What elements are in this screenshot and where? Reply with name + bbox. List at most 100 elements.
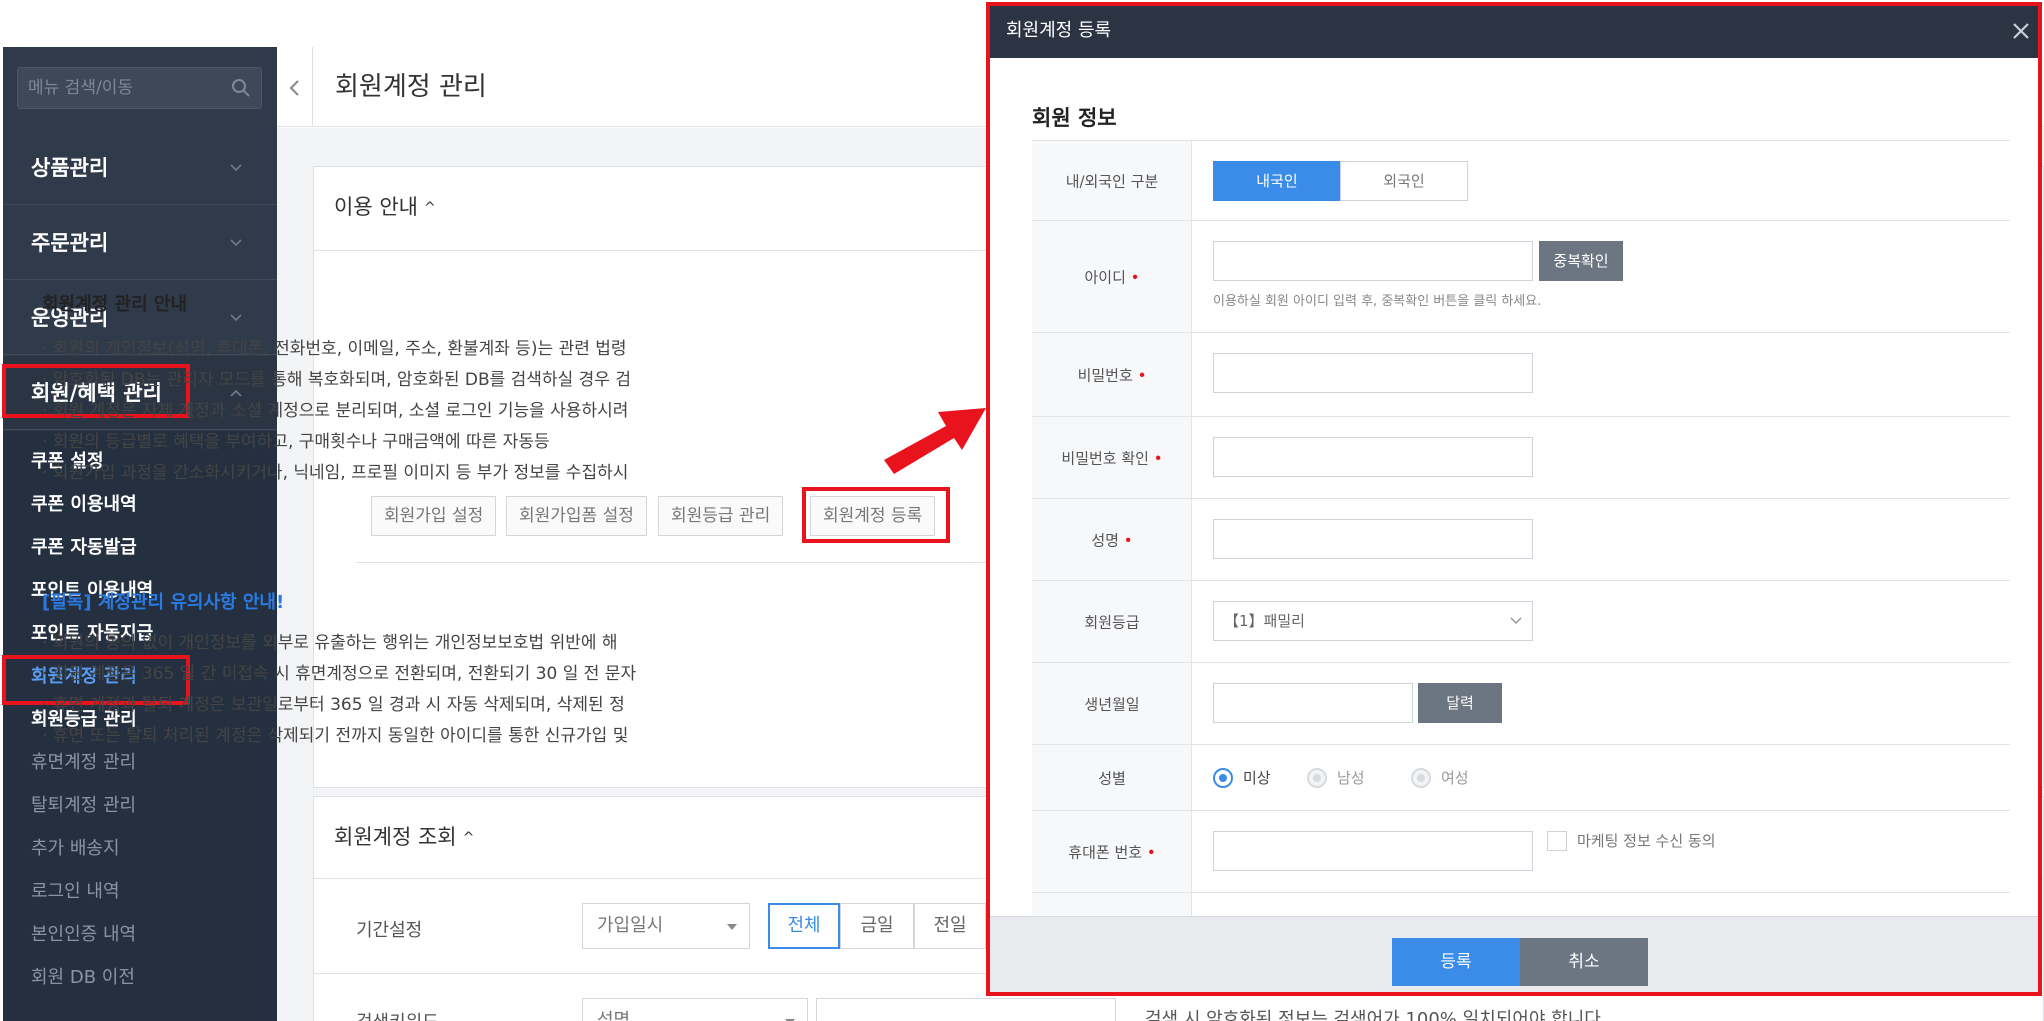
close-icon[interactable] [2010, 20, 2032, 42]
phone-input[interactable] [1213, 831, 1533, 871]
modal-header: 회원계정 등록 [990, 6, 2038, 58]
keyword-select[interactable]: 성명 [582, 998, 808, 1021]
gender-female-label: 여성 [1441, 769, 1469, 787]
guide-panel-title-text: 이용 안내 [334, 195, 418, 219]
form-row-gender: 성별 미상 남성 여성 [1032, 745, 2010, 811]
menu-search-placeholder: 메뉴 검색/이동 [28, 78, 133, 98]
keyword-input[interactable] [816, 998, 1116, 1021]
warning-line: · 휴면 또는 탈퇴 처리된 계정은 삭제되기 전까지 동일한 아이디를 통한 … [42, 726, 629, 746]
page-title: 회원계정 관리 [335, 72, 487, 102]
period-all-button[interactable]: 전체 [768, 903, 840, 949]
birth-date-input[interactable] [1213, 683, 1413, 723]
gender-male-label: 남성 [1337, 769, 1365, 787]
modal-body: 회원 정보 내/외국인 구분 내국인 외국인 아이디 • 중복확인 이용하실 회… [990, 58, 2038, 916]
gender-unknown-label: 미상 [1243, 769, 1271, 787]
form-row-phone: 휴대폰 번호 • 마케팅 정보 수신 동의 [1032, 811, 2010, 893]
guide-line: · 회원의 개인정보(성명, 휴대폰, 전화번호, 이메일, 주소, 환불계좌 … [42, 339, 627, 359]
cancel-button[interactable]: 취소 [1520, 938, 1648, 986]
sidebar-subitem-member-db-transfer[interactable]: 회원 DB 이전 [31, 961, 135, 995]
row-content: 마케팅 정보 수신 동의 [1213, 811, 2010, 892]
row-content: 【1】패밀리 [1213, 581, 2010, 662]
row-content: 중복확인 이용하실 회원 아이디 입력 후, 중복확인 버튼을 클릭 하세요. [1213, 221, 2010, 332]
submit-button[interactable]: 등록 [1392, 938, 1520, 986]
search-icon[interactable] [231, 78, 251, 98]
keyword-select-value: 성명 [597, 1010, 631, 1021]
warning-title[interactable]: [필독] 계정관리 유의사항 안내! [42, 588, 284, 614]
period-yesterday-button[interactable]: 전일 [914, 903, 986, 949]
guide-panel-title: 이용 안내 ^ [334, 167, 436, 248]
divider [356, 562, 986, 563]
search-panel-title: 회원계정 조회 ^ [334, 797, 474, 878]
menu-search-input[interactable]: 메뉴 검색/이동 [17, 67, 262, 109]
row-content [1213, 333, 2010, 416]
row-label: 성별 [1032, 745, 1192, 810]
calendar-button[interactable]: 달력 [1418, 683, 1502, 723]
chevron-left-icon [289, 80, 299, 96]
required-mark: • [1146, 843, 1156, 861]
name-label-text: 성명 [1091, 531, 1119, 549]
caret-up-icon: ^ [423, 200, 436, 216]
period-select[interactable]: 가입일시 [582, 903, 750, 949]
password-input[interactable] [1213, 353, 1533, 393]
required-mark: • [1130, 268, 1140, 286]
birth-label: 생년월일 [1084, 695, 1140, 713]
highlight-box-register-button [802, 487, 950, 543]
password-confirm-label: 비밀번호 확인 • [1032, 447, 1192, 468]
form-row-password-confirm: 비밀번호 확인 • [1032, 417, 2010, 499]
section-title: 회원 정보 [1032, 106, 1117, 130]
signup-settings-button[interactable]: 회원가입 설정 [371, 496, 497, 536]
sidebar-subitem-coupon-auto[interactable]: 쿠폰 자동발급 [31, 531, 137, 565]
sidebar-subitem-coupon-history[interactable]: 쿠폰 이용내역 [31, 488, 137, 522]
period-label: 기간설정 [356, 920, 423, 941]
sidebar-subitem-withdrawn-accounts[interactable]: 탈퇴계정 관리 [31, 789, 136, 823]
user-id-input[interactable] [1213, 241, 1533, 281]
form-row-next [1032, 893, 2010, 916]
radio-dot [1411, 768, 1431, 788]
guide-line: · 회원가입 과정을 간소화시키거나, 닉네임, 프로필 이미지 등 부가 정보… [42, 463, 629, 483]
member-grade-manage-button[interactable]: 회원등급 관리 [658, 496, 784, 536]
search-panel-title-text: 회원계정 조회 [334, 825, 457, 849]
duplicate-check-button[interactable]: 중복확인 [1539, 241, 1623, 281]
radio-dot [1213, 768, 1233, 788]
required-mark: • [1137, 366, 1147, 384]
name-input[interactable] [1213, 519, 1533, 559]
gender-label: 성별 [1098, 769, 1126, 787]
sidebar-item-products[interactable]: 상품관리 [3, 131, 277, 205]
sidebar-subitem-dormant-accounts[interactable]: 휴면계정 관리 [31, 746, 136, 780]
sidebar-subitem-extra-addresses[interactable]: 추가 배송지 [31, 832, 120, 866]
row-label: 성명 • [1032, 499, 1192, 580]
sidebar-item-label: 주문관리 [31, 231, 109, 255]
marketing-consent-checkbox[interactable] [1547, 831, 1567, 851]
name-label: 성명 • [1032, 529, 1192, 550]
radio-dot [1307, 768, 1327, 788]
phone-label: 휴대폰 번호 • [1032, 841, 1192, 862]
nationality-foreign-toggle[interactable]: 외국인 [1340, 161, 1468, 201]
row-label: 비밀번호 • [1032, 333, 1192, 416]
form-row-name: 성명 • [1032, 499, 2010, 581]
warning-line: · 휴면 계정과 탈퇴 계정은 보관일로부터 365 일 경과 시 자동 삭제되… [42, 695, 625, 715]
chevron-down-icon [230, 314, 242, 322]
form-row-birth: 생년월일 달력 [1032, 663, 2010, 745]
grade-label: 회원등급 [1084, 613, 1140, 631]
sidebar-subitem-login-history[interactable]: 로그인 내역 [31, 875, 120, 909]
row-label: 내/외국인 구분 [1032, 141, 1192, 220]
row-content: 미상 남성 여성 [1213, 745, 2010, 810]
sidebar-collapse-button[interactable] [277, 47, 313, 127]
row-label: 아이디 • [1032, 221, 1192, 332]
sidebar-subitem-verification-history[interactable]: 본인인증 내역 [31, 918, 136, 952]
guide-line: · 회원 계정은 자체 계정과 소셜 계정으로 분리되며, 소셜 로그인 기능을… [42, 401, 629, 421]
nationality-label: 내/외국인 구분 [1065, 172, 1159, 190]
grade-select[interactable]: 【1】패밀리 [1213, 601, 1533, 641]
period-today-button[interactable]: 금일 [840, 903, 914, 949]
nationality-domestic-toggle[interactable]: 내국인 [1213, 161, 1341, 201]
signup-form-settings-button[interactable]: 회원가입폼 설정 [506, 496, 647, 536]
guide-line: · 회원의 등급별로 혜택을 부여하고, 구매횟수나 구매금액에 따른 자동등 [42, 432, 550, 452]
sidebar-item-label: 상품관리 [31, 156, 109, 180]
row-content: 내국인 외국인 [1213, 141, 2010, 220]
app-root: 메뉴 검색/이동 상품관리 주문관리 운영관리 회원/혜택 관리 쿠폰 설정 쿠… [0, 0, 2044, 1021]
arrow-icon [884, 408, 986, 474]
user-id-label-text: 아이디 [1084, 268, 1126, 286]
search-note: 검색 시 암호화된 정보는 검색어가 100% 일치되어야 합니다. [1145, 1009, 1607, 1021]
password-confirm-input[interactable] [1213, 437, 1533, 477]
sidebar-item-orders[interactable]: 주문관리 [3, 206, 277, 280]
